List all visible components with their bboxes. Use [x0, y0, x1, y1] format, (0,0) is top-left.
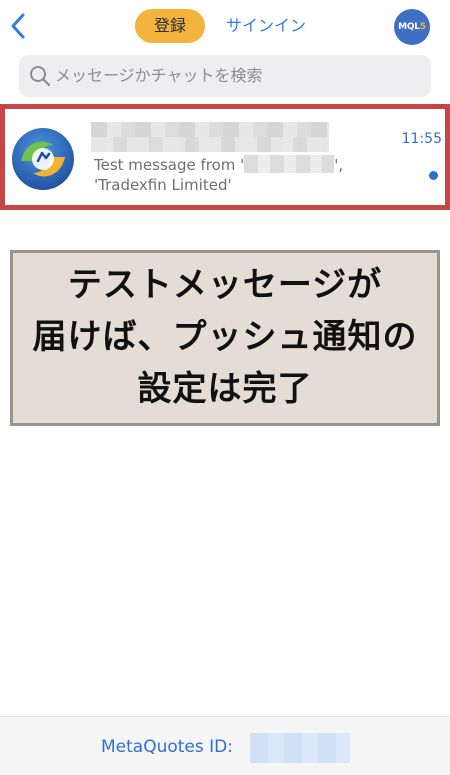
metaquotes-id-label: MetaQuotes ID: — [101, 737, 233, 757]
bottom-bar: MetaQuotes ID: — [0, 716, 450, 775]
instruction-caption-box: テストメッセージが 届けば、プッシュ通知の 設定は完了 — [10, 250, 440, 426]
preview-line1-suffix: ', — [334, 156, 344, 174]
preview-redacted-id — [244, 155, 335, 173]
back-button[interactable] — [8, 10, 30, 42]
top-navigation-bar: 登録 サインイン MQL5 — [0, 0, 450, 52]
mql5-badge-text: MQL — [398, 22, 420, 32]
mql5-badge-digit: 5 — [419, 22, 426, 32]
caption-line-2: 届けば、プッシュ通知の — [32, 317, 418, 357]
signin-tab[interactable]: サインイン — [214, 9, 318, 43]
metaquotes-id-redacted — [250, 733, 350, 763]
unread-indicator — [429, 171, 438, 180]
preview-line2: 'Tradexfin Limited' — [94, 176, 232, 194]
search-icon — [30, 66, 51, 87]
register-tab[interactable]: 登録 — [135, 9, 205, 43]
caption-line-1: テストメッセージが — [67, 265, 383, 305]
caption-line-3: 設定は完了 — [137, 369, 313, 409]
sender-name-redacted — [91, 122, 329, 152]
chat-list-item[interactable]: 11:55 Test message from ' ', 'Tradexfin L… — [0, 104, 450, 210]
search-input[interactable]: メッセージかチャットを検索 — [19, 55, 431, 97]
message-preview: Test message from ' ', 'Tradexfin Limited… — [94, 155, 394, 195]
search-placeholder: メッセージかチャットを検索 — [55, 66, 263, 85]
metatrader-logo-icon — [12, 128, 74, 190]
preview-line1-prefix: Test message from ' — [94, 156, 245, 174]
mql5-profile-avatar[interactable]: MQL5 — [394, 9, 430, 45]
chevron-left-icon — [11, 13, 25, 39]
message-time: 11:55 — [401, 131, 442, 147]
